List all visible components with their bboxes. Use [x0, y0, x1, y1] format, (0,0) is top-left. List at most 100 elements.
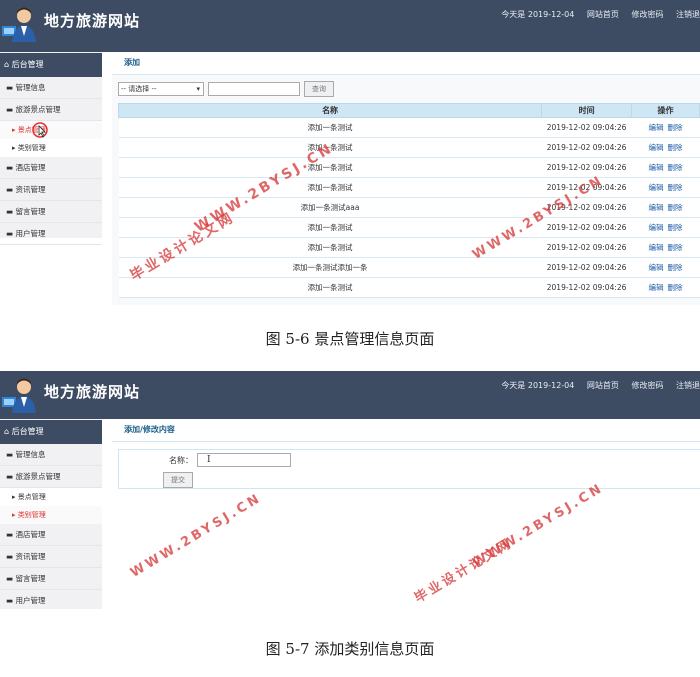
cell-actions: 编辑 删除 — [631, 157, 700, 178]
menu-icon: ▬ — [6, 530, 14, 539]
top-header: 地方旅游网站 今天是 2019-12-04 网站首页 修改密码 注销退 — [0, 371, 700, 419]
nav-change-password-link[interactable]: 修改密码 — [631, 10, 663, 19]
nav-logout-link[interactable]: 注销退 — [676, 10, 700, 19]
cell-name: 添加一条测试 — [118, 177, 542, 198]
sidebar-item-news[interactable]: ▬ 资讯管理 — [0, 546, 102, 568]
cell-time: 2019-12-02 09:04:26 — [541, 277, 632, 298]
edit-link[interactable]: 编辑 — [649, 163, 664, 172]
delete-link[interactable]: 删除 — [668, 123, 683, 132]
menu-icon: ▬ — [6, 596, 14, 605]
sidebar-subitem-category-manage[interactable]: ▸ 类别管理 — [0, 506, 102, 524]
table-header-row: 名称 时间 操作 — [117, 103, 700, 118]
table-row: 添加一条测试 2019-12-02 09:04:26 编辑 删除 — [118, 237, 700, 258]
table-row: 添加一条测试 2019-12-02 09:04:26 编辑 删除 — [118, 157, 700, 178]
submit-button[interactable]: 提交 — [163, 472, 193, 488]
cell-time: 2019-12-02 09:04:26 — [541, 237, 632, 258]
menu-icon: ▬ — [6, 185, 14, 194]
name-input[interactable] — [197, 453, 291, 467]
cell-name: 添加一条测试添加一条 — [118, 257, 542, 278]
delete-link[interactable]: 删除 — [668, 263, 683, 272]
edit-link[interactable]: 编辑 — [649, 223, 664, 232]
cell-time: 2019-12-02 09:04:26 — [541, 257, 632, 278]
menu-icon: ▬ — [6, 163, 14, 172]
menu-icon: ▬ — [6, 229, 14, 238]
nav-home-link[interactable]: 网站首页 — [587, 10, 619, 19]
caret-right-icon: ▸ — [12, 144, 16, 152]
search-button[interactable]: 查询 — [304, 81, 334, 97]
cell-actions: 编辑 删除 — [631, 177, 700, 198]
nav-logout-link[interactable]: 注销退 — [676, 381, 700, 390]
menu-icon: ▬ — [6, 105, 14, 114]
sidebar-item-hotel[interactable]: ▬ 酒店管理 — [0, 524, 102, 546]
edit-link[interactable]: 编辑 — [649, 283, 664, 292]
sidebar-heading: ⌂ 后台管理 — [0, 53, 102, 77]
table-row: 添加一条测试 2019-12-02 09:04:26 编辑 删除 — [118, 217, 700, 238]
sidebar-subitem-scenic-manage[interactable]: ▸ 景点管理 — [0, 121, 102, 139]
cell-actions: 编辑 删除 — [631, 217, 700, 238]
sidebar-heading: ⌂ 后台管理 — [0, 420, 102, 444]
cell-time: 2019-12-02 09:04:26 — [541, 137, 632, 158]
screenshot-scenic-management: 地方旅游网站 今天是 2019-12-04 网站首页 修改密码 注销退 ⌂ 后台… — [0, 0, 700, 305]
edit-link[interactable]: 编辑 — [649, 203, 664, 212]
delete-link[interactable]: 删除 — [668, 243, 683, 252]
sidebar-item-users[interactable]: ▬ 用户管理 — [0, 590, 102, 611]
cell-name: 添加一条测试 — [118, 117, 542, 138]
cell-name: 添加一条测试aaa — [118, 197, 542, 218]
cell-actions: 编辑 删除 — [631, 137, 700, 158]
table-row: 添加一条测试aaa 2019-12-02 09:04:26 编辑 删除 — [118, 197, 700, 218]
click-cursor-icon — [32, 122, 48, 138]
chevron-down-icon: ▾ — [196, 85, 200, 93]
cell-time: 2019-12-02 09:04:26 — [541, 157, 632, 178]
sidebar-item-scenic[interactable]: ▬ 旅游景点管理 — [0, 99, 102, 121]
sidebar-item-admin-info[interactable]: ▬ 管理信息 — [0, 77, 102, 99]
caret-right-icon: ▸ — [12, 126, 16, 134]
delete-link[interactable]: 删除 — [668, 283, 683, 292]
table-row: 添加一条测试 2019-12-02 09:04:26 编辑 删除 — [118, 117, 700, 138]
date-text: 今天是 2019-12-04 — [501, 381, 575, 390]
caret-right-icon: ▸ — [12, 511, 16, 519]
delete-link[interactable]: 删除 — [668, 163, 683, 172]
site-title: 地方旅游网站 — [44, 383, 141, 401]
delete-link[interactable]: 删除 — [668, 223, 683, 232]
nav-home-link[interactable]: 网站首页 — [587, 381, 619, 390]
sidebar-item-messages[interactable]: ▬ 留言管理 — [0, 201, 102, 223]
sidebar-item-news[interactable]: ▬ 资讯管理 — [0, 179, 102, 201]
sidebar-subitem-scenic-manage[interactable]: ▸ 景点管理 — [0, 488, 102, 506]
cell-actions: 编辑 删除 — [631, 257, 700, 278]
sidebar-item-admin-info[interactable]: ▬ 管理信息 — [0, 444, 102, 466]
screenshot-add-category: 地方旅游网站 今天是 2019-12-04 网站首页 修改密码 注销退 ⌂ 后台… — [0, 371, 700, 611]
sidebar-item-messages[interactable]: ▬ 留言管理 — [0, 568, 102, 590]
sidebar-subitem-category-manage[interactable]: ▸ 类别管理 — [0, 139, 102, 157]
table-row: 添加一条测试 2019-12-02 09:04:26 编辑 删除 — [118, 137, 700, 158]
panel-title: 添加 — [112, 52, 700, 75]
sidebar-item-scenic[interactable]: ▬ 旅游景点管理 — [0, 466, 102, 488]
category-select[interactable]: -- 请选择 -- ▾ — [118, 82, 204, 96]
sidebar: ⌂ 后台管理 ▬ 管理信息 ▬ 旅游景点管理 ▸ 景点管理 ▸ 类别管理 ▬ 酒… — [0, 419, 102, 609]
edit-link[interactable]: 编辑 — [649, 243, 664, 252]
delete-link[interactable]: 删除 — [668, 183, 683, 192]
cell-actions: 编辑 删除 — [631, 117, 700, 138]
menu-icon: ▬ — [6, 472, 14, 481]
edit-link[interactable]: 编辑 — [649, 263, 664, 272]
admin-avatar-icon — [2, 378, 36, 413]
date-text: 今天是 2019-12-04 — [501, 10, 575, 19]
nav-change-password-link[interactable]: 修改密码 — [631, 381, 663, 390]
figure-caption: 图 5-6 景点管理信息页面 — [265, 330, 435, 348]
scenic-table: 名称 时间 操作 添加一条测试 2019-12-02 09:04:26 编辑 删除 添加… — [117, 103, 700, 298]
edit-link[interactable]: 编辑 — [649, 123, 664, 132]
top-header: 地方旅游网站 今天是 2019-12-04 网站首页 修改密码 注销退 — [0, 0, 700, 52]
search-input[interactable] — [208, 82, 300, 96]
table-row: 添加一条测试 2019-12-02 09:04:26 编辑 删除 — [118, 277, 700, 298]
sidebar-item-users[interactable]: ▬ 用户管理 — [0, 223, 102, 245]
main-panel: 添加/修改内容 名称： I 提交 — [112, 419, 700, 611]
edit-link[interactable]: 编辑 — [649, 143, 664, 152]
delete-link[interactable]: 删除 — [668, 143, 683, 152]
delete-link[interactable]: 删除 — [668, 203, 683, 212]
cell-actions: 编辑 删除 — [631, 237, 700, 258]
sidebar: ⌂ 后台管理 ▬ 管理信息 ▬ 旅游景点管理 ▸ 景点管理 ▸ 类别管理 ▬ 酒… — [0, 52, 102, 245]
cell-time: 2019-12-02 09:04:26 — [541, 177, 632, 198]
edit-link[interactable]: 编辑 — [649, 183, 664, 192]
table-body: 添加一条测试 2019-12-02 09:04:26 编辑 删除 添加一条测试 2019-… — [118, 117, 700, 298]
sidebar-item-hotel[interactable]: ▬ 酒店管理 — [0, 157, 102, 179]
cell-name: 添加一条测试 — [118, 137, 542, 158]
